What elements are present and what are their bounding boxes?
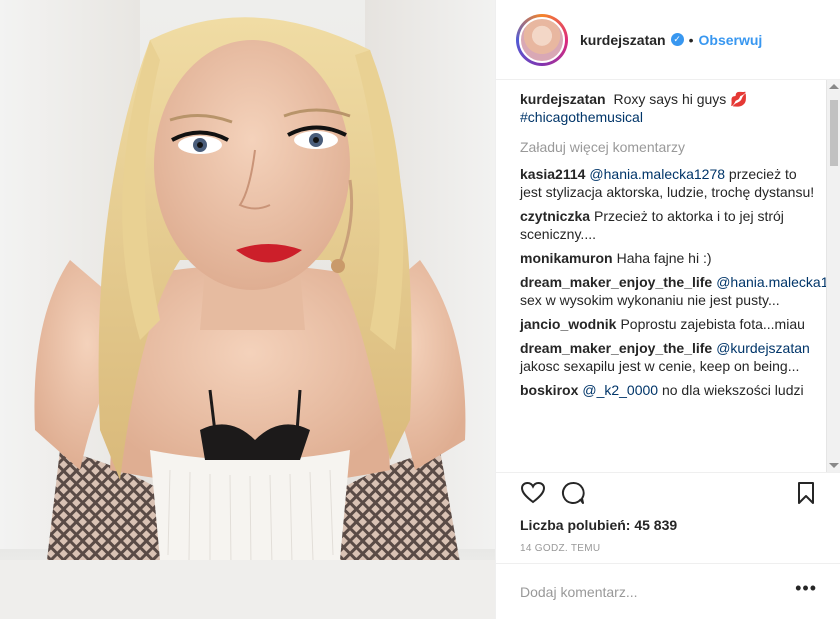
comment-username[interactable]: monikamuron (520, 250, 613, 266)
post-header: kurdejszatan ✓ • Obserwuj (496, 0, 840, 80)
comment-mention[interactable]: @_k2_0000 (582, 382, 658, 398)
comment-item: kasia2114 @hania.malecka1278 przecież to … (520, 165, 819, 201)
comment-username[interactable]: boskirox (520, 382, 578, 398)
verified-check-icon: ✓ (670, 33, 684, 46)
header-username[interactable]: kurdejszatan (580, 32, 666, 48)
comments-scrollbar[interactable] (826, 80, 840, 472)
comment-container: kasia2114 @hania.malecka1278 przecież to … (520, 165, 829, 399)
comment-mention[interactable]: @hania.malecka1278 (716, 274, 829, 290)
caption: kurdejszatan Roxy says hi guys 💋 #chicag… (520, 90, 819, 126)
action-icons (520, 473, 817, 513)
post-photo[interactable] (0, 0, 495, 619)
comment-text: no dla wiekszości ludzi (658, 382, 804, 398)
comment-item: czytniczka Przecież to aktorka i to jej s… (520, 207, 819, 243)
comment-text: Poprostu zajebista fota...miau (620, 316, 805, 332)
load-more-comments-button[interactable]: Załaduj więcej komentarzy (520, 138, 819, 156)
caption-text: Roxy says hi guys 💋 (613, 91, 748, 107)
comment-item: dream_maker_enjoy_the_life @kurdejszatan … (520, 339, 819, 375)
scroll-down-arrow-icon[interactable] (829, 463, 839, 468)
comment-item: boskirox @_k2_0000 no dla wiekszości ludz… (520, 381, 819, 399)
comment-text: sex w wysokim wykonaniu nie jest pusty..… (520, 292, 780, 308)
post-actions: Liczba polubień: 45 839 14 GODZ. TEMU (496, 472, 840, 554)
person-figure (0, 17, 495, 619)
scroll-up-arrow-icon[interactable] (829, 84, 839, 89)
heart-icon[interactable] (520, 480, 546, 506)
avatar-image (519, 16, 565, 63)
comment-item: jancio_wodnik Poprostu zajebista fota...m… (520, 315, 819, 333)
more-options-icon[interactable]: ••• (795, 578, 817, 599)
avatar[interactable] (516, 13, 568, 66)
add-comment-input[interactable] (520, 583, 796, 600)
comment-bubble-icon[interactable] (560, 480, 586, 506)
post-timestamp: 14 GODZ. TEMU (520, 543, 601, 554)
caption-hashtag[interactable]: #chicagothemusical (520, 109, 643, 125)
comment-text: Haha fajne hi :) (616, 250, 712, 266)
comment-item: monikamuron Haha fajne hi :) (520, 249, 819, 267)
add-comment-bar: ••• (496, 563, 840, 619)
comment-text: jakosc sexapilu jest w cenie, keep on be… (520, 358, 800, 374)
comment-username[interactable]: czytniczka (520, 208, 590, 224)
comment-username[interactable]: dream_maker_enjoy_the_life (520, 340, 712, 356)
comment-mention[interactable]: @kurdejszatan (716, 340, 810, 356)
follow-button[interactable]: Obserwuj (699, 32, 763, 48)
comments-list[interactable]: kurdejszatan Roxy says hi guys 💋 #chicag… (496, 90, 829, 470)
scrollbar-thumb[interactable] (830, 100, 838, 166)
comment-item: dream_maker_enjoy_the_life @hania.malecka… (520, 273, 829, 309)
likes-count[interactable]: Liczba polubień: 45 839 (520, 517, 817, 533)
header-separator: • (688, 31, 694, 48)
comment-username[interactable]: kasia2114 (520, 166, 585, 182)
comment-username[interactable]: jancio_wodnik (520, 316, 616, 332)
comment-username[interactable]: dream_maker_enjoy_the_life (520, 274, 712, 290)
bookmark-icon[interactable] (793, 480, 819, 506)
post-sidebar: kurdejszatan ✓ • Obserwuj kurdejszatan R… (495, 0, 840, 619)
comment-mention[interactable]: @hania.malecka1278 (589, 166, 725, 182)
caption-username[interactable]: kurdejszatan (520, 91, 606, 107)
